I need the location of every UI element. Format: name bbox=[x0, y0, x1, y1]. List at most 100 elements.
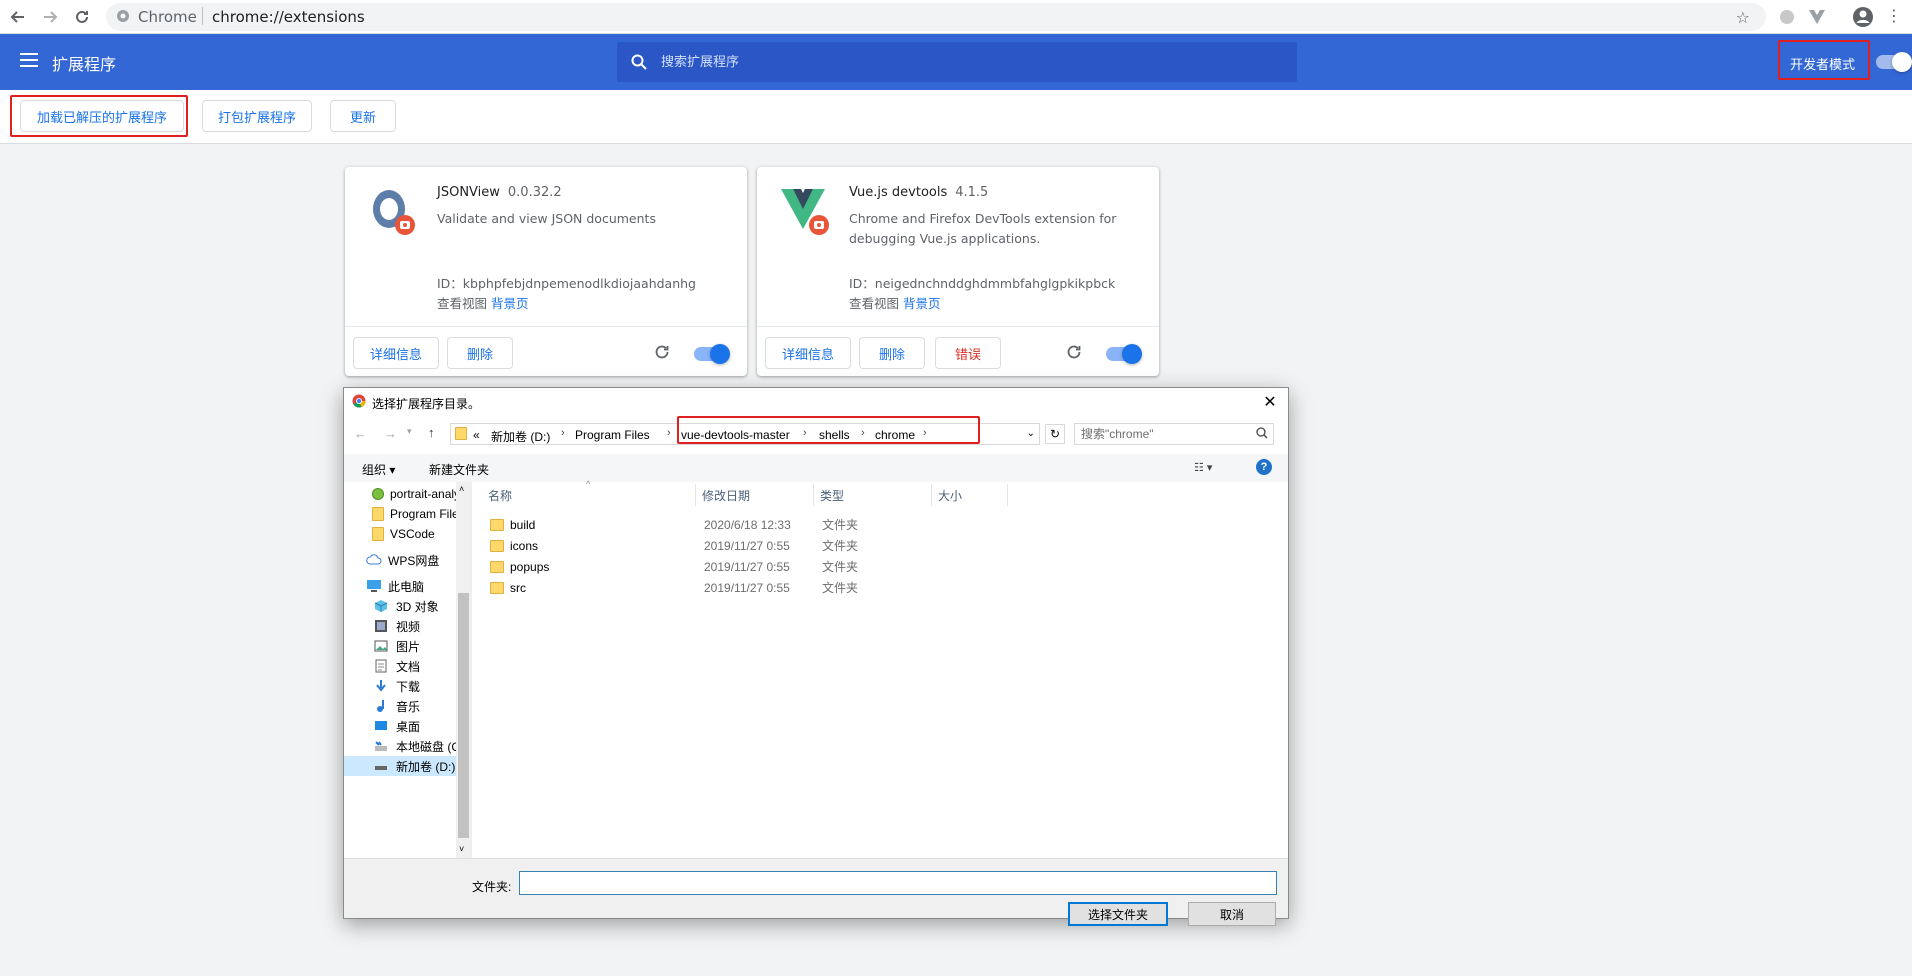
nav-item-this-pc[interactable]: 此电脑 bbox=[366, 576, 424, 596]
forward-arrow-icon[interactable]: → bbox=[384, 426, 397, 441]
scroll-down-icon[interactable]: ˅ bbox=[459, 844, 464, 854]
forward-icon[interactable] bbox=[38, 5, 62, 29]
refresh-icon[interactable]: ↻ bbox=[1045, 424, 1065, 444]
menu-kebab-icon[interactable]: ⋮ bbox=[1886, 6, 1902, 25]
hamburger-menu-icon[interactable] bbox=[20, 52, 38, 72]
breadcrumb-drive-d[interactable]: 新加卷 (D:) bbox=[491, 428, 550, 445]
dialog-search-input[interactable] bbox=[1081, 424, 1251, 444]
scroll-up-icon[interactable]: ˄ bbox=[459, 484, 464, 494]
extension-search[interactable] bbox=[617, 42, 1297, 82]
reload-extension-icon[interactable] bbox=[653, 343, 673, 363]
file-list: ^ 名称 修改日期 类型 大小 build 2020/6/18 12:33 文件… bbox=[471, 479, 1288, 858]
extension-version: 0.0.32.2 bbox=[507, 185, 562, 200]
extension-card-vue-devtools: Vue.js devtools 4.1.5 Chrome and Firefox … bbox=[757, 167, 1159, 376]
details-button[interactable]: 详细信息 bbox=[765, 337, 851, 369]
extension-jsonview-icon[interactable] bbox=[1778, 8, 1796, 30]
file-type: 文件夹 bbox=[822, 581, 859, 595]
search-icon bbox=[631, 54, 647, 74]
breadcrumb-separator-icon[interactable]: › bbox=[667, 427, 671, 439]
inspect-views: 查看视图 背景页 bbox=[849, 296, 941, 311]
file-row[interactable]: build 2020/6/18 12:33 文件夹 bbox=[490, 516, 1270, 533]
help-icon[interactable]: ? bbox=[1256, 459, 1272, 475]
load-unpacked-button[interactable]: 加载已解压的扩展程序 bbox=[20, 100, 184, 132]
bookmark-star-icon[interactable]: ☆ bbox=[1736, 8, 1750, 27]
nav-item-vscode[interactable]: VSCode bbox=[372, 524, 435, 544]
site-label: Chrome bbox=[138, 8, 197, 26]
file-date: 2020/6/18 12:33 bbox=[704, 517, 791, 532]
dialog-command-bar: 组织 ▾ 新建文件夹 ☷ ▾ ? bbox=[344, 454, 1288, 482]
extension-vue-icon[interactable] bbox=[1808, 8, 1826, 30]
background-page-link[interactable]: 背景页 bbox=[491, 296, 529, 311]
reload-icon[interactable] bbox=[70, 5, 94, 29]
address-dropdown-icon[interactable]: ⌄ bbox=[1027, 428, 1035, 439]
details-button[interactable]: 详细信息 bbox=[353, 337, 439, 369]
column-header-name[interactable]: 名称 bbox=[482, 484, 696, 506]
back-icon[interactable] bbox=[6, 5, 30, 29]
remove-button[interactable]: 删除 bbox=[447, 337, 513, 369]
folder-name-input[interactable] bbox=[519, 871, 1277, 895]
drive-c-icon bbox=[374, 739, 390, 753]
account-icon[interactable] bbox=[1852, 6, 1874, 32]
nav-item-documents[interactable]: 文档 bbox=[374, 656, 420, 676]
nav-item-downloads[interactable]: 下载 bbox=[374, 676, 420, 696]
file-row[interactable]: popups 2019/11/27 0:55 文件夹 bbox=[490, 558, 1270, 575]
vue-devtools-icon bbox=[779, 185, 833, 239]
dev-toolbar: 加载已解压的扩展程序 打包扩展程序 更新 bbox=[0, 90, 1912, 144]
breadcrumb-program-files[interactable]: Program Files bbox=[575, 428, 650, 442]
chrome-logo-icon bbox=[352, 394, 366, 411]
column-header-date[interactable]: 修改日期 bbox=[696, 484, 814, 506]
breadcrumb-overflow[interactable]: « bbox=[473, 428, 480, 442]
cloud-icon bbox=[366, 553, 382, 567]
column-header-type[interactable]: 类型 bbox=[814, 484, 932, 506]
file-name: icons bbox=[510, 538, 539, 553]
address-bar[interactable]: Chrome chrome://extensions ☆ bbox=[106, 3, 1766, 31]
recent-chevron-icon[interactable]: ▾ bbox=[407, 426, 412, 437]
close-icon[interactable]: ✕ bbox=[1258, 391, 1282, 413]
extension-version: 4.1.5 bbox=[955, 185, 989, 200]
card-divider bbox=[757, 326, 1159, 327]
errors-button[interactable]: 错误 bbox=[935, 337, 1001, 369]
nav-scroll-thumb[interactable] bbox=[458, 593, 469, 838]
dev-mode-toggle[interactable] bbox=[1876, 52, 1912, 72]
folder-field-label: 文件夹: bbox=[472, 880, 512, 894]
nav-item-program-files[interactable]: Program Files bbox=[372, 504, 465, 524]
select-folder-button[interactable]: 选择文件夹 bbox=[1068, 902, 1168, 926]
nav-item-music[interactable]: 音乐 bbox=[374, 696, 420, 716]
nav-item-local-disk-c[interactable]: 本地磁盘 (C:) bbox=[374, 736, 467, 756]
file-row[interactable]: icons 2019/11/27 0:55 文件夹 bbox=[490, 537, 1270, 554]
video-icon bbox=[374, 619, 390, 633]
update-button[interactable]: 更新 bbox=[330, 100, 396, 132]
back-arrow-icon[interactable]: ← bbox=[354, 426, 367, 441]
folder-icon bbox=[490, 581, 504, 594]
cancel-button[interactable]: 取消 bbox=[1188, 902, 1276, 926]
new-folder-button[interactable]: 新建文件夹 bbox=[429, 461, 489, 478]
nav-item-videos[interactable]: 视频 bbox=[374, 616, 420, 636]
view-options-icon[interactable]: ☷ ▾ bbox=[1194, 461, 1212, 474]
nav-item-portrait-analys[interactable]: portrait-analys bbox=[372, 484, 466, 504]
search-input[interactable] bbox=[661, 42, 1281, 82]
enable-toggle[interactable] bbox=[694, 344, 730, 364]
remove-button[interactable]: 删除 bbox=[859, 337, 925, 369]
navigation-pane: portrait-analys Program Files VSCode WPS… bbox=[344, 482, 471, 858]
column-header-size[interactable]: 大小 bbox=[932, 484, 1008, 506]
folder-icon bbox=[490, 518, 504, 531]
file-type: 文件夹 bbox=[822, 539, 859, 553]
nav-item-pictures[interactable]: 图片 bbox=[374, 636, 420, 656]
background-page-link[interactable]: 背景页 bbox=[903, 296, 941, 311]
up-arrow-icon[interactable]: ↑ bbox=[428, 425, 435, 440]
nav-item-desktop[interactable]: 桌面 bbox=[374, 716, 420, 736]
dialog-search[interactable] bbox=[1074, 423, 1274, 445]
organize-menu[interactable]: 组织 ▾ bbox=[362, 461, 395, 478]
nav-item-3d-objects[interactable]: 3D 对象 bbox=[374, 596, 439, 616]
inspect-views: 查看视图 背景页 bbox=[437, 296, 529, 311]
breadcrumb-separator-icon[interactable]: › bbox=[561, 427, 565, 439]
enable-toggle[interactable] bbox=[1106, 344, 1142, 364]
nav-item-drive-d[interactable]: 新加卷 (D:) bbox=[344, 756, 456, 776]
nav-item-wps-drive[interactable]: WPS网盘 bbox=[366, 550, 439, 570]
extensions-header: 扩展程序 开发者模式 bbox=[0, 34, 1912, 90]
extension-name: Vue.js devtools 4.1.5 bbox=[849, 185, 989, 200]
reload-extension-icon[interactable] bbox=[1065, 343, 1085, 363]
pack-extension-button[interactable]: 打包扩展程序 bbox=[202, 100, 312, 132]
url-text[interactable]: chrome://extensions bbox=[212, 8, 365, 26]
file-row[interactable]: src 2019/11/27 0:55 文件夹 bbox=[490, 579, 1270, 596]
